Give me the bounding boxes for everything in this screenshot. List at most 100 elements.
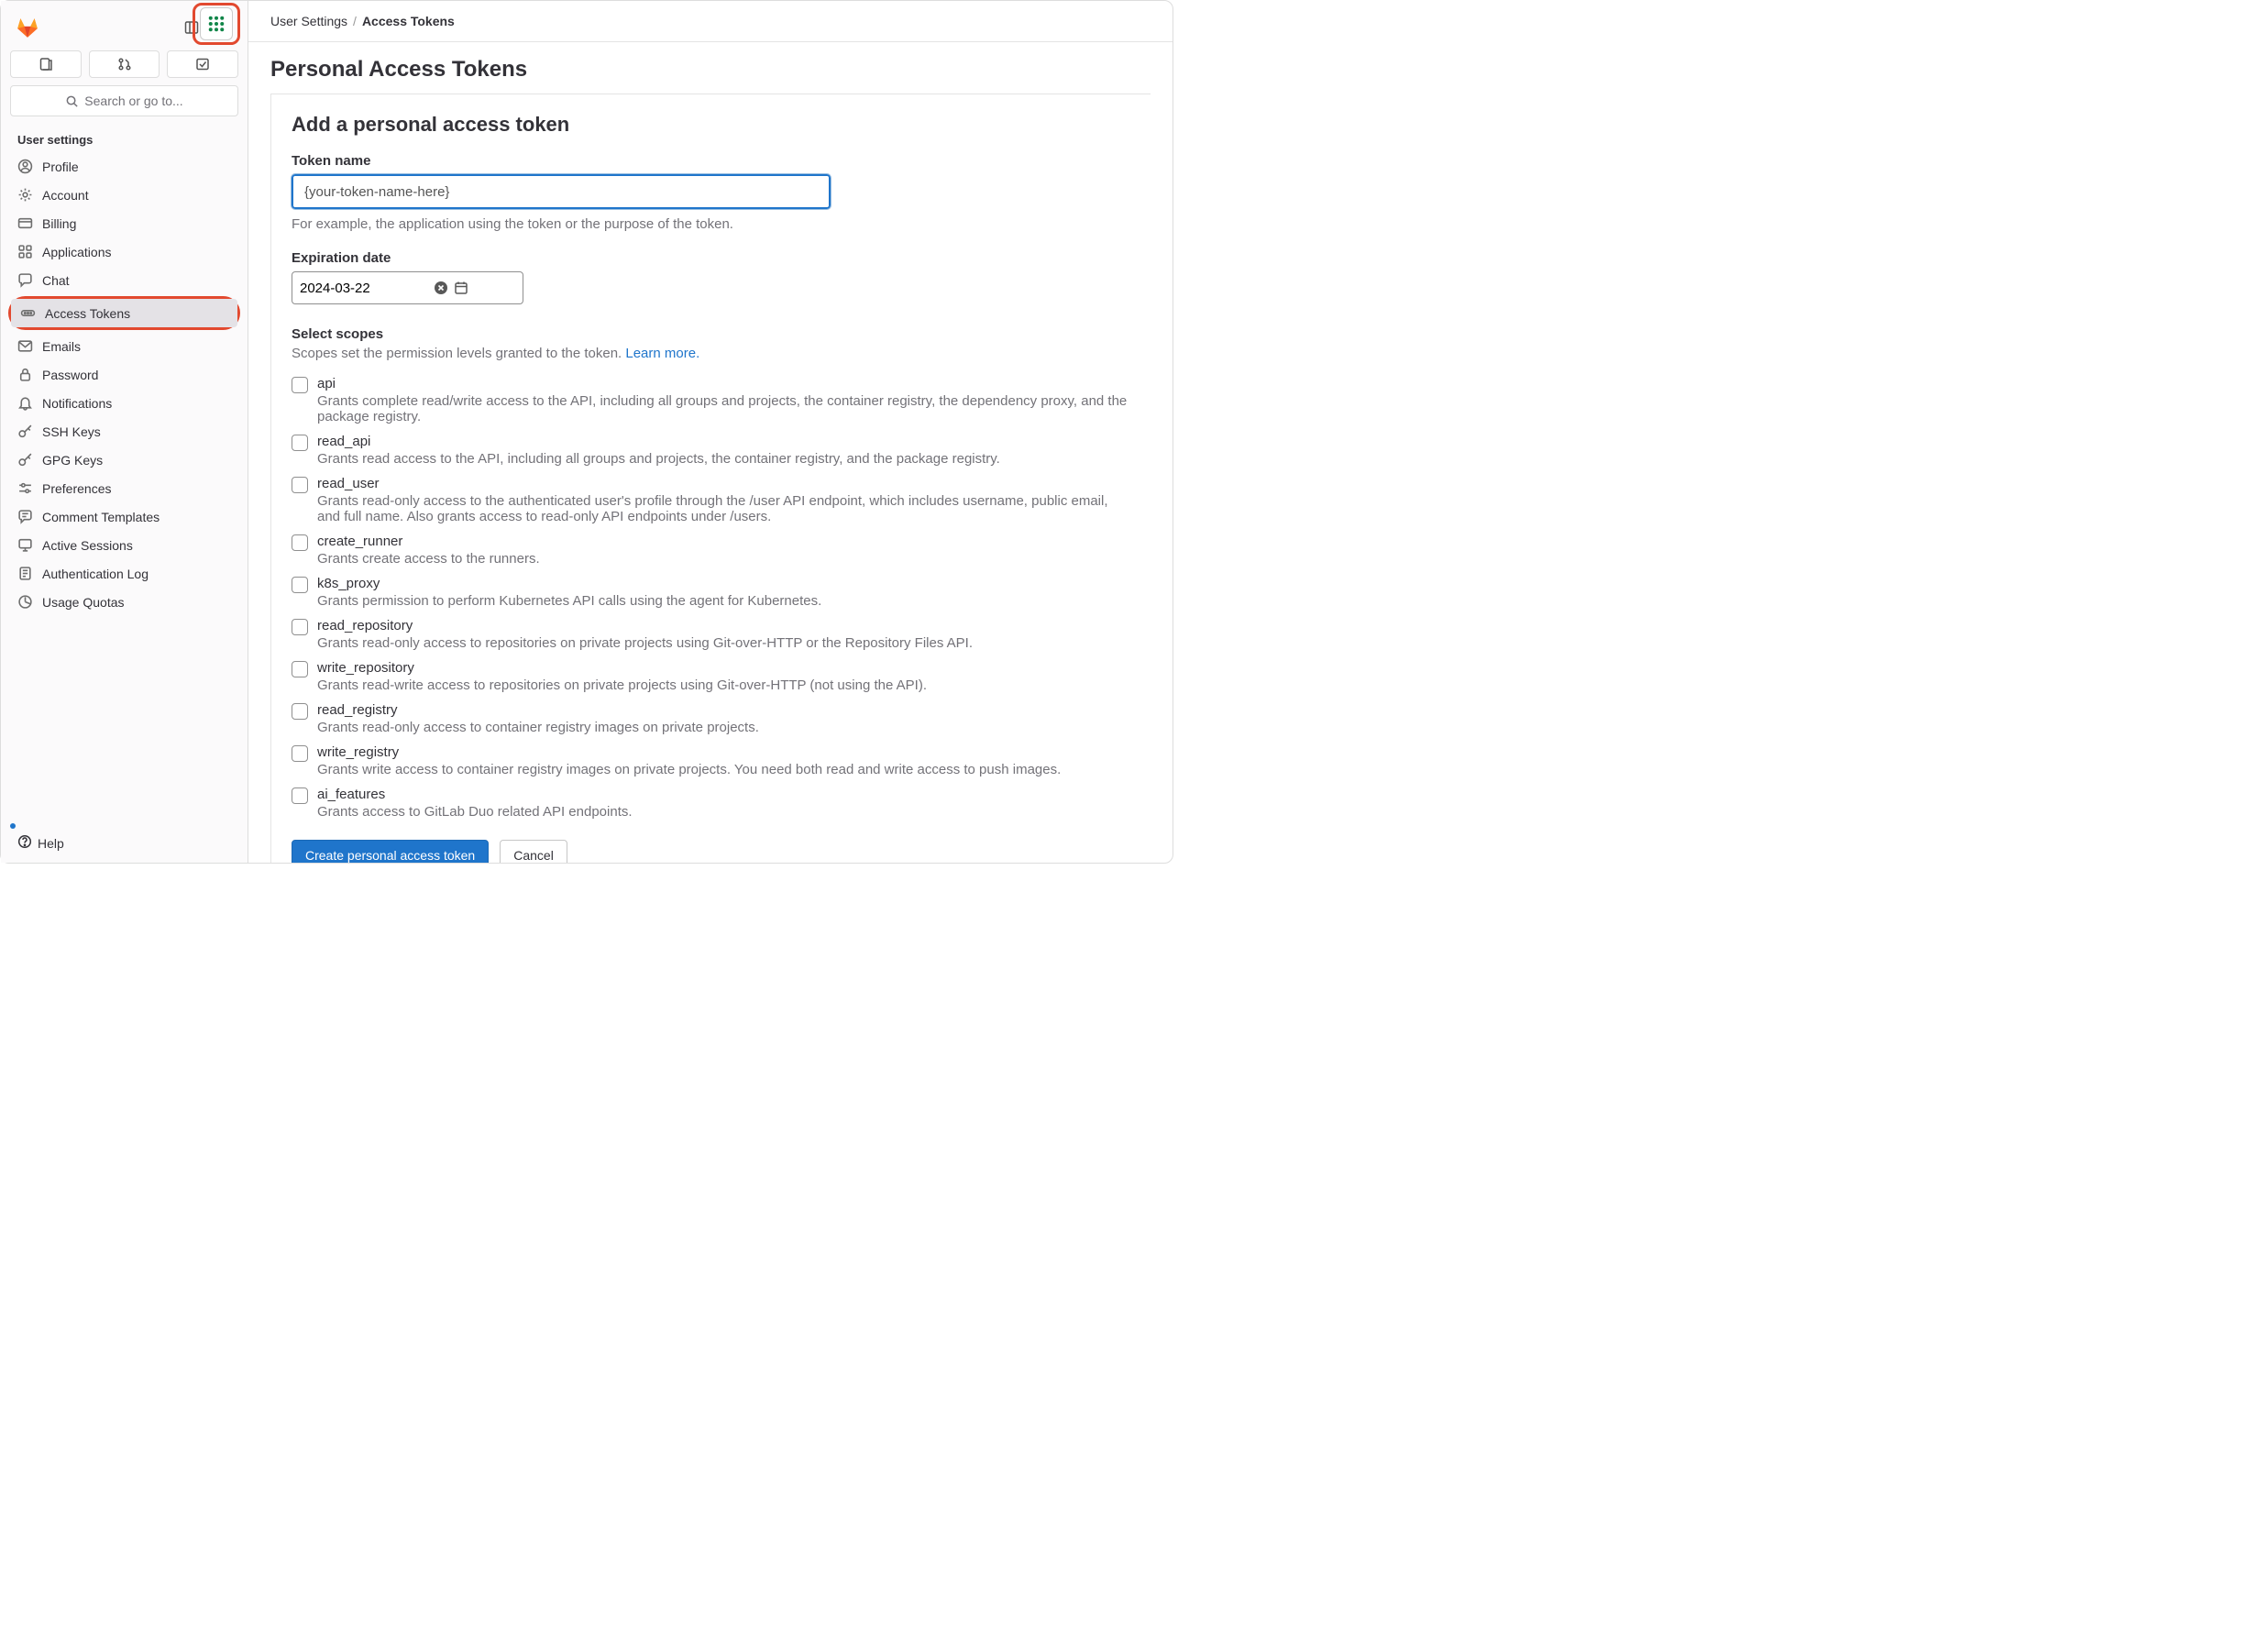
sidebar-item-label: Account — [42, 188, 89, 203]
help-label: Help — [38, 836, 64, 851]
scope-name[interactable]: create_runner — [317, 534, 1130, 549]
scope-row: write_repository Grants read-write acces… — [292, 660, 1130, 693]
sidebar-item-label: Access Tokens — [45, 306, 130, 321]
highlighted-access-tokens: Access Tokens — [8, 296, 240, 330]
breadcrumb-root[interactable]: User Settings — [270, 14, 347, 28]
sidebar-item-label: Chat — [42, 273, 70, 288]
scope-name[interactable]: write_repository — [317, 660, 1130, 676]
scope-name[interactable]: read_api — [317, 434, 1130, 449]
scopes-help: Scopes set the permission levels granted… — [292, 346, 1130, 361]
scope-name[interactable]: write_registry — [317, 744, 1130, 760]
scope-checkbox[interactable] — [292, 661, 308, 677]
learn-more-link[interactable]: Learn more. — [625, 346, 699, 361]
scopes-label: Select scopes — [292, 326, 1130, 342]
sidebar-item-label: Billing — [42, 216, 76, 231]
cancel-button[interactable]: Cancel — [500, 840, 567, 863]
key-icon — [17, 452, 33, 468]
scope-name[interactable]: api — [317, 376, 1130, 391]
credit-card-icon — [17, 215, 33, 231]
sidebar-item-preferences[interactable]: Preferences — [8, 474, 240, 502]
sidebar-item-label: Applications — [42, 245, 112, 259]
search-placeholder: Search or go to... — [84, 94, 182, 108]
scope-name[interactable]: read_repository — [317, 618, 1130, 633]
todos-button[interactable] — [167, 50, 238, 78]
expiration-date-picker[interactable] — [292, 271, 523, 304]
token-name-help: For example, the application using the t… — [292, 216, 1130, 232]
scope-row: k8s_proxy Grants permission to perform K… — [292, 576, 1130, 609]
grid-menu-button[interactable] — [200, 7, 233, 40]
scope-row: create_runner Grants create access to th… — [292, 534, 1130, 567]
expiration-input[interactable] — [300, 281, 428, 296]
preferences-icon — [17, 480, 33, 496]
scope-checkbox[interactable] — [292, 577, 308, 593]
search-icon — [65, 94, 79, 108]
scope-row: api Grants complete read/write access to… — [292, 376, 1130, 424]
expiration-label: Expiration date — [292, 250, 1130, 266]
scope-checkbox[interactable] — [292, 787, 308, 804]
key-icon — [17, 424, 33, 439]
sidebar-item-chat[interactable]: Chat — [8, 266, 240, 294]
sidebar-item-ssh-keys[interactable]: SSH Keys — [8, 417, 240, 446]
monitor-icon — [17, 537, 33, 553]
sidebar-item-access-tokens[interactable]: Access Tokens — [11, 299, 237, 327]
scope-desc: Grants read-only access to the authentic… — [317, 493, 1130, 524]
scope-checkbox[interactable] — [292, 534, 308, 551]
scope-checkbox[interactable] — [292, 377, 308, 393]
log-icon — [17, 566, 33, 581]
calendar-icon[interactable] — [454, 281, 468, 295]
form-heading: Add a personal access token — [292, 113, 1130, 137]
scope-name[interactable]: read_registry — [317, 702, 1130, 718]
scope-desc: Grants create access to the runners. — [317, 551, 1130, 567]
token-name-input[interactable] — [292, 174, 831, 209]
clear-date-icon[interactable] — [434, 281, 448, 295]
scope-checkbox[interactable] — [292, 477, 308, 493]
bell-icon — [17, 395, 33, 411]
issues-button[interactable] — [10, 50, 82, 78]
chat-icon — [17, 272, 33, 288]
scope-desc: Grants read-only access to container reg… — [317, 720, 1130, 735]
scope-desc: Grants read-only access to repositories … — [317, 635, 1130, 651]
sidebar-item-applications[interactable]: Applications — [8, 237, 240, 266]
section-label: User settings — [8, 127, 240, 152]
sidebar: Search or go to... User settings Profile… — [1, 1, 248, 863]
sidebar-item-emails[interactable]: Emails — [8, 332, 240, 360]
scope-row: read_registry Grants read-only access to… — [292, 702, 1130, 735]
merge-requests-button[interactable] — [89, 50, 160, 78]
sidebar-item-gpg-keys[interactable]: GPG Keys — [8, 446, 240, 474]
scope-checkbox[interactable] — [292, 703, 308, 720]
breadcrumb-current: Access Tokens — [362, 14, 455, 28]
sidebar-item-notifications[interactable]: Notifications — [8, 389, 240, 417]
help-link[interactable]: Help — [8, 827, 240, 855]
scope-name[interactable]: ai_features — [317, 787, 1130, 802]
scope-row: read_api Grants read access to the API, … — [292, 434, 1130, 467]
scope-checkbox[interactable] — [292, 745, 308, 762]
sidebar-item-active-sessions[interactable]: Active Sessions — [8, 531, 240, 559]
search-input[interactable]: Search or go to... — [10, 85, 238, 116]
sidebar-item-account[interactable]: Account — [8, 181, 240, 209]
gitlab-logo[interactable] — [12, 12, 43, 43]
scope-desc: Grants access to GitLab Duo related API … — [317, 804, 1130, 820]
scope-row: write_registry Grants write access to co… — [292, 744, 1130, 777]
sidebar-item-label: Active Sessions — [42, 538, 133, 553]
applications-icon — [17, 244, 33, 259]
sidebar-item-password[interactable]: Password — [8, 360, 240, 389]
sidebar-item-profile[interactable]: Profile — [8, 152, 240, 181]
sidebar-item-label: Usage Quotas — [42, 595, 125, 610]
sidebar-item-authentication-log[interactable]: Authentication Log — [8, 559, 240, 588]
scope-checkbox[interactable] — [292, 435, 308, 451]
sidebar-item-label: Notifications — [42, 396, 112, 411]
scope-row: read_repository Grants read-only access … — [292, 618, 1130, 651]
scope-name[interactable]: k8s_proxy — [317, 576, 1130, 591]
sidebar-item-billing[interactable]: Billing — [8, 209, 240, 237]
create-token-button[interactable]: Create personal access token — [292, 840, 489, 863]
scope-desc: Grants read-write access to repositories… — [317, 677, 1130, 693]
sidebar-item-usage-quotas[interactable]: Usage Quotas — [8, 588, 240, 616]
sidebar-item-label: Emails — [42, 339, 81, 354]
scope-checkbox[interactable] — [292, 619, 308, 635]
sidebar-item-label: Comment Templates — [42, 510, 160, 524]
scope-name[interactable]: read_user — [317, 476, 1130, 491]
sidebar-item-comment-templates[interactable]: Comment Templates — [8, 502, 240, 531]
scope-desc: Grants complete read/write access to the… — [317, 393, 1130, 424]
comment-template-icon — [17, 509, 33, 524]
scope-desc: Grants permission to perform Kubernetes … — [317, 593, 1130, 609]
